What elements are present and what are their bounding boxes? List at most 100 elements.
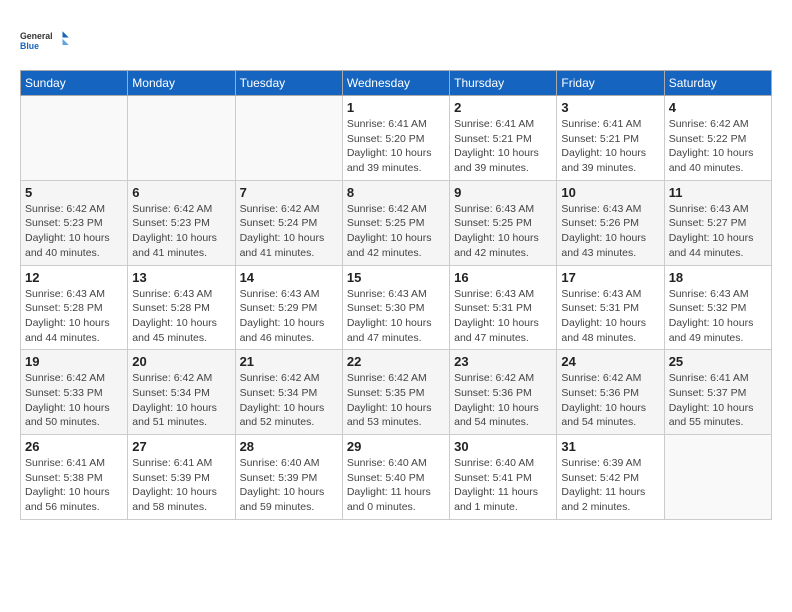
day-info: Sunrise: 6:40 AM Sunset: 5:40 PM Dayligh…: [347, 456, 445, 515]
svg-text:Blue: Blue: [20, 41, 39, 51]
day-number: 30: [454, 439, 552, 454]
day-info: Sunrise: 6:41 AM Sunset: 5:21 PM Dayligh…: [454, 117, 552, 176]
day-cell-28: 28Sunrise: 6:40 AM Sunset: 5:39 PM Dayli…: [235, 435, 342, 520]
day-info: Sunrise: 6:42 AM Sunset: 5:35 PM Dayligh…: [347, 371, 445, 430]
day-number: 22: [347, 354, 445, 369]
day-number: 3: [561, 100, 659, 115]
day-cell-22: 22 Sunrise: 6:42 AM Sunset: 5:35 PM Dayli…: [342, 350, 449, 435]
day-info: Sunrise: 6:42 AM Sunset: 5:36 PM Dayligh…: [561, 371, 659, 430]
day-cell-24: 24 Sunrise: 6:42 AM Sunset: 5:36 PM Dayli…: [557, 350, 664, 435]
day-cell-12: 12 Sunrise: 6:43 AM Sunset: 5:28 PM Dayli…: [21, 265, 128, 350]
day-number: 19: [25, 354, 123, 369]
header-saturday: Saturday: [664, 71, 771, 96]
day-info: Sunrise: 6:43 AM Sunset: 5:25 PM Dayligh…: [454, 202, 552, 261]
day-number: 20: [132, 354, 230, 369]
day-info: Sunrise: 6:42 AM Sunset: 5:34 PM Dayligh…: [132, 371, 230, 430]
logo-svg: General Blue: [20, 20, 70, 60]
week-row-5: 26 Sunrise: 6:41 AM Sunset: 5:38 PM Dayli…: [21, 435, 772, 520]
day-number: 29: [347, 439, 445, 454]
day-number: 7: [240, 185, 338, 200]
day-cell-23: 23 Sunrise: 6:42 AM Sunset: 5:36 PM Dayli…: [450, 350, 557, 435]
day-info: Sunrise: 6:41 AM Sunset: 5:21 PM Dayligh…: [561, 117, 659, 176]
day-info: Sunrise: 6:42 AM Sunset: 5:22 PM Dayligh…: [669, 117, 767, 176]
day-cell-10: 10 Sunrise: 6:43 AM Sunset: 5:26 PM Dayli…: [557, 180, 664, 265]
day-number: 23: [454, 354, 552, 369]
header-wednesday: Wednesday: [342, 71, 449, 96]
day-cell-18: 18 Sunrise: 6:43 AM Sunset: 5:32 PM Dayli…: [664, 265, 771, 350]
week-row-4: 19 Sunrise: 6:42 AM Sunset: 5:33 PM Dayli…: [21, 350, 772, 435]
day-cell-31: 31 Sunrise: 6:39 AM Sunset: 5:42 PM Dayli…: [557, 435, 664, 520]
day-cell-2: 2Sunrise: 6:41 AM Sunset: 5:21 PM Daylig…: [450, 96, 557, 181]
day-cell-14: 14Sunrise: 6:43 AM Sunset: 5:29 PM Dayli…: [235, 265, 342, 350]
day-number: 15: [347, 270, 445, 285]
week-row-2: 5 Sunrise: 6:42 AM Sunset: 5:23 PM Daylig…: [21, 180, 772, 265]
day-number: 10: [561, 185, 659, 200]
day-info: Sunrise: 6:42 AM Sunset: 5:23 PM Dayligh…: [132, 202, 230, 261]
day-cell-26: 26 Sunrise: 6:41 AM Sunset: 5:38 PM Dayli…: [21, 435, 128, 520]
day-info: Sunrise: 6:42 AM Sunset: 5:25 PM Dayligh…: [347, 202, 445, 261]
day-cell-13: 13 Sunrise: 6:43 AM Sunset: 5:28 PM Dayli…: [128, 265, 235, 350]
day-cell-7: 7 Sunrise: 6:42 AM Sunset: 5:24 PM Daylig…: [235, 180, 342, 265]
day-info: Sunrise: 6:42 AM Sunset: 5:24 PM Dayligh…: [240, 202, 338, 261]
header-tuesday: Tuesday: [235, 71, 342, 96]
day-cell-11: 11 Sunrise: 6:43 AM Sunset: 5:27 PM Dayli…: [664, 180, 771, 265]
day-number: 5: [25, 185, 123, 200]
day-number: 16: [454, 270, 552, 285]
header-monday: Monday: [128, 71, 235, 96]
day-number: 1: [347, 100, 445, 115]
day-number: 13: [132, 270, 230, 285]
day-cell-9: 9 Sunrise: 6:43 AM Sunset: 5:25 PM Daylig…: [450, 180, 557, 265]
day-cell-4: 4 Sunrise: 6:42 AM Sunset: 5:22 PM Daylig…: [664, 96, 771, 181]
day-info: Sunrise: 6:42 AM Sunset: 5:36 PM Dayligh…: [454, 371, 552, 430]
calendar-table: SundayMondayTuesdayWednesdayThursdayFrid…: [20, 70, 772, 520]
day-number: 24: [561, 354, 659, 369]
day-info: Sunrise: 6:43 AM Sunset: 5:31 PM Dayligh…: [561, 287, 659, 346]
day-info: Sunrise: 6:41 AM Sunset: 5:20 PM Dayligh…: [347, 117, 445, 176]
day-cell-3: 3 Sunrise: 6:41 AM Sunset: 5:21 PM Daylig…: [557, 96, 664, 181]
day-info: Sunrise: 6:43 AM Sunset: 5:32 PM Dayligh…: [669, 287, 767, 346]
day-info: Sunrise: 6:39 AM Sunset: 5:42 PM Dayligh…: [561, 456, 659, 515]
day-cell-15: 15 Sunrise: 6:43 AM Sunset: 5:30 PM Dayli…: [342, 265, 449, 350]
empty-cell: [128, 96, 235, 181]
day-cell-17: 17Sunrise: 6:43 AM Sunset: 5:31 PM Dayli…: [557, 265, 664, 350]
day-info: Sunrise: 6:41 AM Sunset: 5:38 PM Dayligh…: [25, 456, 123, 515]
day-number: 31: [561, 439, 659, 454]
day-info: Sunrise: 6:40 AM Sunset: 5:39 PM Dayligh…: [240, 456, 338, 515]
day-info: Sunrise: 6:43 AM Sunset: 5:27 PM Dayligh…: [669, 202, 767, 261]
day-info: Sunrise: 6:43 AM Sunset: 5:30 PM Dayligh…: [347, 287, 445, 346]
logo: General Blue: [20, 20, 70, 60]
day-number: 6: [132, 185, 230, 200]
day-info: Sunrise: 6:43 AM Sunset: 5:28 PM Dayligh…: [132, 287, 230, 346]
days-header-row: SundayMondayTuesdayWednesdayThursdayFrid…: [21, 71, 772, 96]
day-cell-27: 27 Sunrise: 6:41 AM Sunset: 5:39 PM Dayli…: [128, 435, 235, 520]
day-info: Sunrise: 6:40 AM Sunset: 5:41 PM Dayligh…: [454, 456, 552, 515]
day-number: 9: [454, 185, 552, 200]
day-info: Sunrise: 6:43 AM Sunset: 5:28 PM Dayligh…: [25, 287, 123, 346]
header-thursday: Thursday: [450, 71, 557, 96]
day-number: 25: [669, 354, 767, 369]
day-cell-21: 21Sunrise: 6:42 AM Sunset: 5:34 PM Dayli…: [235, 350, 342, 435]
day-cell-29: 29 Sunrise: 6:40 AM Sunset: 5:40 PM Dayli…: [342, 435, 449, 520]
day-info: Sunrise: 6:42 AM Sunset: 5:33 PM Dayligh…: [25, 371, 123, 430]
svg-text:General: General: [20, 31, 53, 41]
day-info: Sunrise: 6:41 AM Sunset: 5:39 PM Dayligh…: [132, 456, 230, 515]
empty-cell: [664, 435, 771, 520]
day-info: Sunrise: 6:43 AM Sunset: 5:29 PM Dayligh…: [240, 287, 338, 346]
week-row-3: 12 Sunrise: 6:43 AM Sunset: 5:28 PM Dayli…: [21, 265, 772, 350]
header-friday: Friday: [557, 71, 664, 96]
day-info: Sunrise: 6:43 AM Sunset: 5:26 PM Dayligh…: [561, 202, 659, 261]
day-number: 4: [669, 100, 767, 115]
day-cell-19: 19 Sunrise: 6:42 AM Sunset: 5:33 PM Dayli…: [21, 350, 128, 435]
day-number: 12: [25, 270, 123, 285]
day-number: 26: [25, 439, 123, 454]
day-info: Sunrise: 6:41 AM Sunset: 5:37 PM Dayligh…: [669, 371, 767, 430]
day-cell-1: 1 Sunrise: 6:41 AM Sunset: 5:20 PM Daylig…: [342, 96, 449, 181]
day-number: 27: [132, 439, 230, 454]
day-number: 21: [240, 354, 338, 369]
header-sunday: Sunday: [21, 71, 128, 96]
day-cell-5: 5Sunrise: 6:42 AM Sunset: 5:23 PM Daylig…: [21, 180, 128, 265]
day-cell-8: 8Sunrise: 6:42 AM Sunset: 5:25 PM Daylig…: [342, 180, 449, 265]
day-cell-25: 25 Sunrise: 6:41 AM Sunset: 5:37 PM Dayli…: [664, 350, 771, 435]
day-number: 11: [669, 185, 767, 200]
day-number: 18: [669, 270, 767, 285]
